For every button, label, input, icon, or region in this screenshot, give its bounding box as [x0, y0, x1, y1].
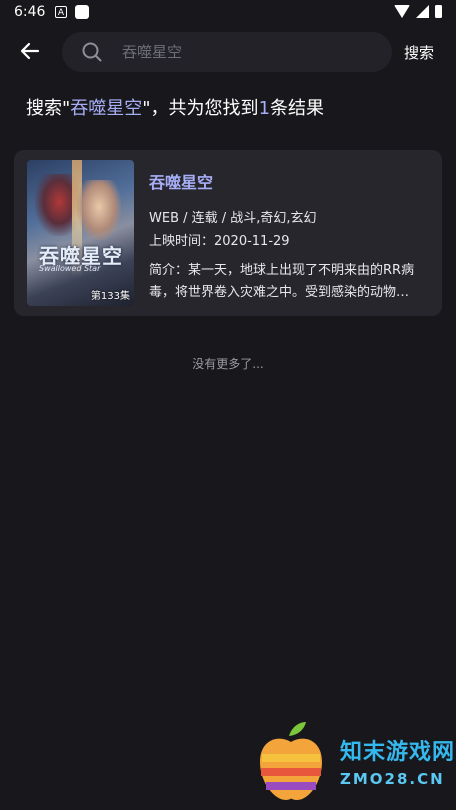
watermark: 知末游戏网 ZMO28.CN [256, 722, 456, 810]
summary-suffix: 条结果 [270, 98, 325, 119]
summary-query: 吞噬星空 [70, 98, 143, 119]
summary-count: 1 [258, 98, 271, 119]
battery-icon [435, 5, 442, 18]
synopsis: 简介：某一天，地球上出现了不明来由的RR病毒，将世界卷入灾难之中。受到感染的动物… [149, 263, 415, 300]
result-summary: 搜索"吞噬星空"，共为您找到1条结果 [26, 94, 324, 120]
poster-image[interactable]: 吞噬星空 Swallowed Star 第133集 [27, 160, 134, 306]
summary-middle: "，共为您找到 [142, 98, 259, 119]
wifi-icon [394, 5, 410, 18]
poster-face-art [77, 180, 121, 240]
no-more-text: 没有更多了... [192, 357, 264, 371]
status-time: 6:46 [14, 4, 46, 20]
result-title[interactable]: 吞噬星空 [149, 169, 213, 193]
status-bar: 6:46 A [0, 0, 456, 26]
watermark-cn: 知末游戏网 [340, 740, 456, 765]
back-arrow-icon[interactable] [18, 38, 44, 64]
result-card[interactable]: 吞噬星空 Swallowed Star 第133集 吞噬星空 WEB / 连载 … [14, 150, 442, 316]
episode-badge: 第133集 [90, 291, 130, 302]
apple-logo-icon [260, 722, 322, 800]
signal-icon [416, 5, 429, 18]
release-date: 上映时间：2020-11-29 [149, 234, 290, 249]
notification-a-icon: A [55, 6, 67, 18]
status-icons [394, 5, 442, 18]
notification-square-icon [75, 5, 89, 19]
summary-prefix: 搜索" [26, 98, 71, 119]
search-field[interactable] [62, 32, 392, 72]
search-input[interactable] [122, 32, 372, 72]
search-bar: 搜索 [0, 30, 456, 76]
search-icon [82, 42, 102, 62]
search-button[interactable]: 搜索 [404, 42, 434, 63]
genre-line: WEB / 连载 / 战斗,奇幻,玄幻 [149, 211, 317, 226]
poster-subtitle: Swallowed Star [39, 264, 101, 273]
watermark-en: ZMO28.CN [340, 770, 445, 788]
